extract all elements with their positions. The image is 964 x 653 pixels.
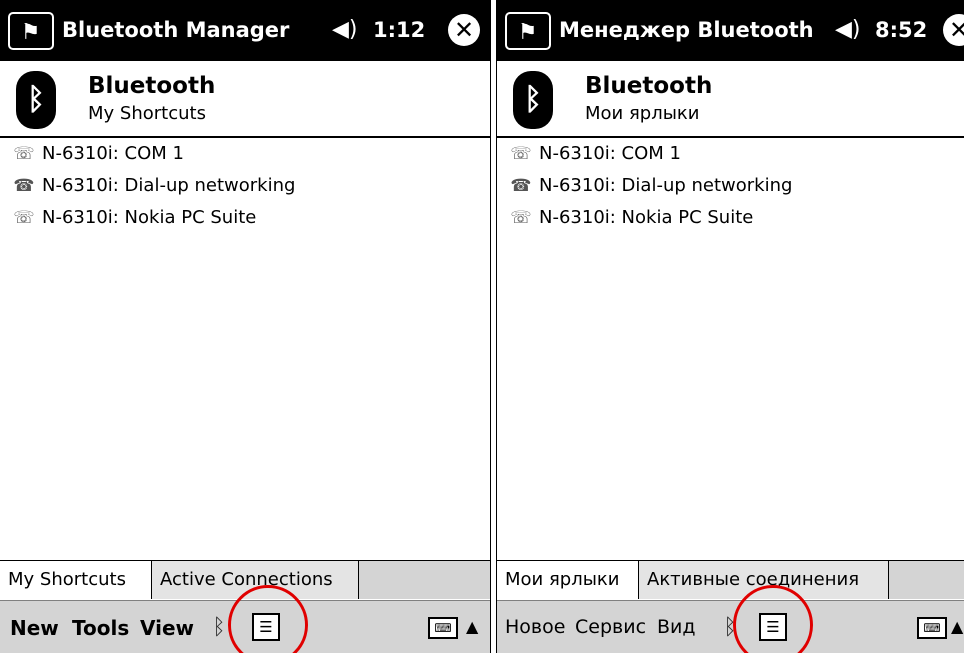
list-item[interactable]: ☎ N-6310i: Dial-up networking <box>0 170 490 202</box>
list-item-label: N-6310i: COM 1 <box>42 143 184 164</box>
serial-port-phone-icon: ☏ <box>510 208 532 228</box>
up-arrow-icon[interactable]: ▲ <box>951 617 963 636</box>
dialup-phone-icon: ☎ <box>510 176 532 196</box>
bluetooth-icon: ᛒ <box>513 71 553 129</box>
tab-bar: My Shortcuts Active Connections <box>0 560 490 601</box>
serial-port-phone-icon: ☏ <box>13 144 35 164</box>
bluetooth-icon: ᛒ <box>16 71 56 129</box>
list-item[interactable]: ☏ N-6310i: Nokia PC Suite <box>0 202 490 234</box>
menu-tools[interactable]: Сервис <box>575 616 646 638</box>
tab-bar-filler <box>359 561 490 599</box>
bluetooth-tray-icon[interactable]: ᛒ <box>717 611 743 645</box>
tab-active-connections[interactable]: Active Connections <box>152 561 359 599</box>
title-bar: ⚑ Менеджер Bluetooth ◀︎) 8:52 ✕ <box>497 0 964 61</box>
clock[interactable]: 8:52 <box>875 18 927 42</box>
list-item-label: N-6310i: COM 1 <box>539 143 681 164</box>
up-arrow-icon[interactable]: ▲ <box>466 617 478 636</box>
list-item-label: N-6310i: Dial-up networking <box>539 175 793 196</box>
tab-my-shortcuts[interactable]: My Shortcuts <box>0 561 152 599</box>
tab-bar-filler <box>889 561 964 599</box>
title-bar: ⚑ Bluetooth Manager ◀︎) 1:12 ✕ <box>0 0 490 61</box>
menu-view[interactable]: View <box>140 616 194 640</box>
tab-bar: Мои ярлыки Активные соединения <box>497 560 964 601</box>
speaker-icon[interactable]: ◀︎) <box>835 17 861 42</box>
menu-tools[interactable]: Tools <box>72 616 129 640</box>
list-item-label: N-6310i: Dial-up networking <box>42 175 296 196</box>
menu-bar: New Tools View ᛒ ☰ ⌨ ▲ <box>0 600 490 653</box>
shortcut-list: ☏ N-6310i: COM 1 ☎ N-6310i: Dial-up netw… <box>0 138 490 234</box>
windows-flag-icon[interactable]: ⚑ <box>8 12 54 50</box>
tab-my-shortcuts[interactable]: Мои ярлыки <box>497 561 639 599</box>
close-icon[interactable]: ✕ <box>448 14 480 46</box>
header-title: Bluetooth <box>585 73 713 99</box>
menu-new[interactable]: New <box>10 616 59 640</box>
serial-port-phone-icon: ☏ <box>13 208 35 228</box>
list-item[interactable]: ☏ N-6310i: COM 1 <box>497 138 964 170</box>
page-header: ᛒ Bluetooth My Shortcuts <box>0 61 490 138</box>
header-title: Bluetooth <box>88 73 216 99</box>
pocketpc-screen-english: ⚑ Bluetooth Manager ◀︎) 1:12 ✕ ᛒ Bluetoo… <box>0 0 491 653</box>
dialup-phone-icon: ☎ <box>13 176 35 196</box>
list-item-label: N-6310i: Nokia PC Suite <box>42 207 257 228</box>
app-title: Bluetooth Manager <box>62 18 290 42</box>
contact-card-icon[interactable]: ☰ <box>759 613 787 641</box>
tab-active-connections[interactable]: Активные соединения <box>639 561 889 599</box>
windows-flag-icon[interactable]: ⚑ <box>505 12 551 50</box>
list-item[interactable]: ☏ N-6310i: COM 1 <box>0 138 490 170</box>
list-item-label: N-6310i: Nokia PC Suite <box>539 207 754 228</box>
page-header: ᛒ Bluetooth Мои ярлыки <box>497 61 964 138</box>
keyboard-icon[interactable]: ⌨ <box>917 617 947 639</box>
serial-port-phone-icon: ☏ <box>510 144 532 164</box>
clock[interactable]: 1:12 <box>373 18 425 42</box>
list-item[interactable]: ☎ N-6310i: Dial-up networking <box>497 170 964 202</box>
header-subtitle: My Shortcuts <box>88 103 206 124</box>
speaker-icon[interactable]: ◀︎) <box>332 17 358 42</box>
menu-view[interactable]: Вид <box>657 616 696 638</box>
keyboard-icon[interactable]: ⌨ <box>428 617 458 639</box>
list-item[interactable]: ☏ N-6310i: Nokia PC Suite <box>497 202 964 234</box>
menu-bar: Новое Сервис Вид ᛒ ☰ ⌨ ▲ <box>497 600 964 653</box>
shortcut-list: ☏ N-6310i: COM 1 ☎ N-6310i: Dial-up netw… <box>497 138 964 234</box>
bluetooth-tray-icon[interactable]: ᛒ <box>206 611 232 645</box>
menu-new[interactable]: Новое <box>505 616 565 638</box>
header-subtitle: Мои ярлыки <box>585 103 700 124</box>
app-title: Менеджер Bluetooth <box>559 18 814 42</box>
contact-card-icon[interactable]: ☰ <box>252 613 280 641</box>
pocketpc-screen-russian: ⚑ Менеджер Bluetooth ◀︎) 8:52 ✕ ᛒ Blueto… <box>496 0 964 653</box>
close-icon[interactable]: ✕ <box>943 14 964 46</box>
